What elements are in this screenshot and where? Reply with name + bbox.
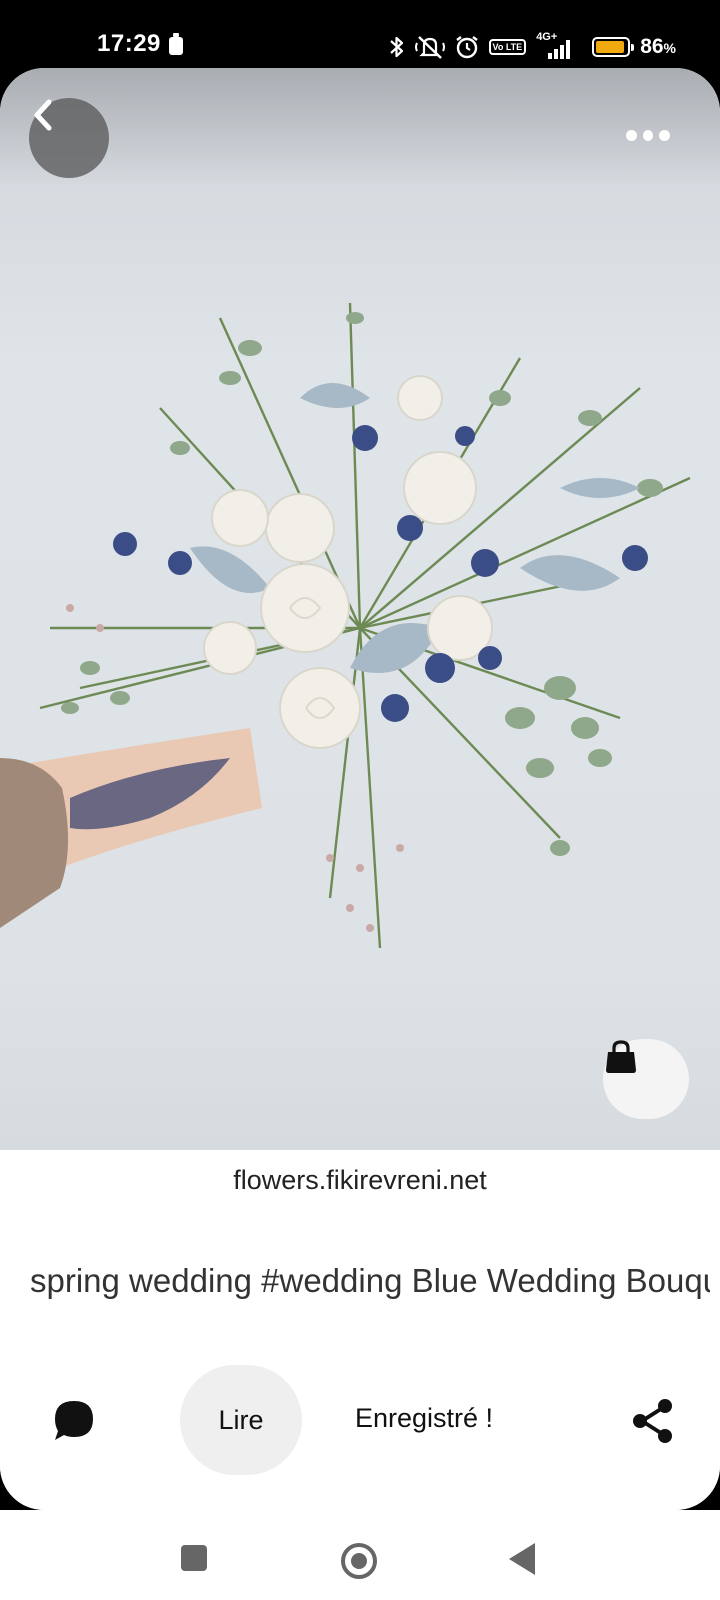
bluetooth-icon [389,36,403,58]
alarm-icon [455,36,478,59]
more-options-button[interactable] [626,124,671,146]
nav-back-icon[interactable] [509,1543,535,1575]
pin-title: spring wedding #wedding Blue Wedding Bou… [30,1262,710,1299]
pin-card: flowers.fikirevreni.net spring wedding #… [0,68,720,1510]
battery-percent: 86% [640,35,676,58]
saved-button[interactable]: Enregistré ! [355,1403,493,1434]
status-bar: 17:29 Vo LTE 4G+ 86% [0,0,720,68]
shop-button[interactable] [603,1039,689,1119]
comment-icon[interactable] [50,1397,98,1445]
system-nav-bar [0,1510,720,1600]
action-bar: Lire Enregistré ! [0,1349,720,1510]
recents-icon[interactable] [181,1545,207,1571]
bouquet-illustration [0,302,691,949]
share-icon[interactable] [628,1397,676,1445]
status-icons: Vo LTE 4G+ 86% [389,31,676,62]
signal-icon: 4G+ [536,31,582,59]
pin-image[interactable] [0,68,720,1150]
volte-icon: Vo LTE [488,39,527,55]
home-icon[interactable] [341,1543,377,1579]
back-button[interactable] [29,98,109,178]
read-button[interactable]: Lire [180,1365,302,1475]
shopping-bag-icon [606,1040,636,1073]
more-icon [626,129,637,141]
source-domain[interactable]: flowers.fikirevreni.net [0,1165,720,1196]
battery-icon [592,37,635,57]
mute-icon [414,36,445,59]
back-icon [34,99,52,131]
battery-saver-icon [169,33,183,55]
clock: 17:29 [97,30,161,57]
